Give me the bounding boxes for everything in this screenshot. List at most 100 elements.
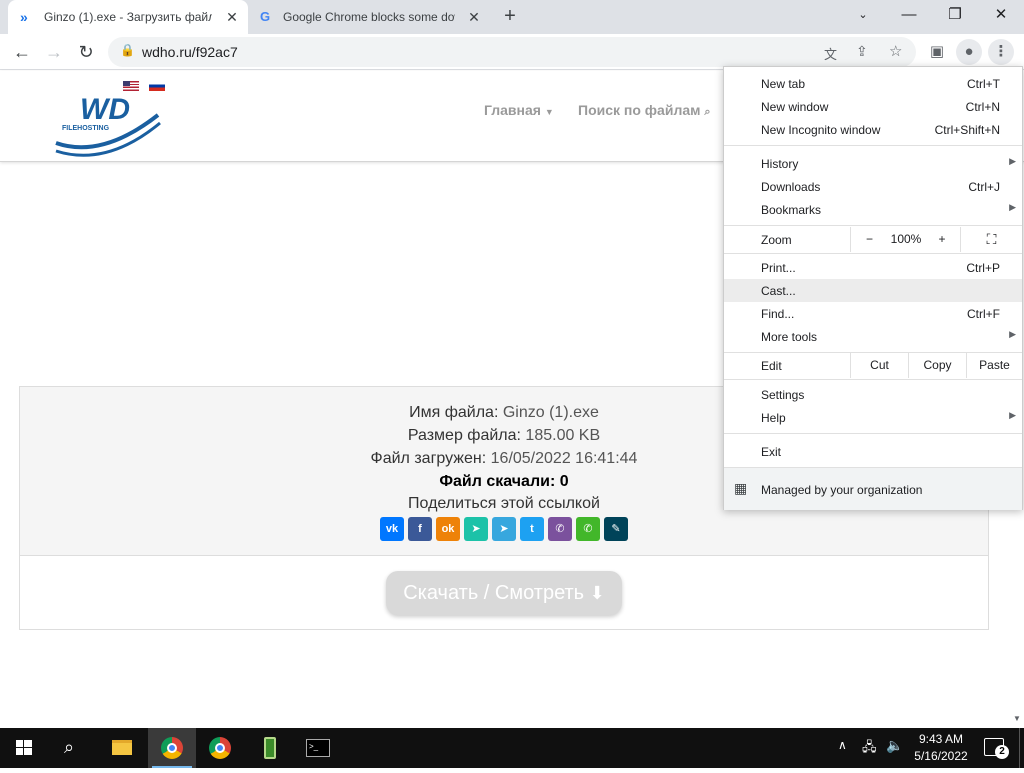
building-icon: ▦ xyxy=(734,480,748,496)
address-bar[interactable]: 🔒 wdho.ru/f92ac7 文 ⇪ ☆ xyxy=(108,37,916,67)
russian-flag-icon[interactable] xyxy=(149,81,165,91)
telegram-icon[interactable]: ➤ xyxy=(492,517,516,541)
share-icon[interactable]: ⇪ xyxy=(856,43,868,60)
reload-icon[interactable]: ↻ xyxy=(72,38,100,66)
menu-history[interactable]: History ▶ xyxy=(724,152,1022,175)
lock-icon[interactable]: 🔒 xyxy=(120,43,135,57)
menu-managed-by-org[interactable]: ▦ Managed by your organization xyxy=(724,468,1022,510)
edit-label: Edit xyxy=(761,359,782,373)
side-panel-icon[interactable]: ▣ xyxy=(924,39,950,65)
clock-time: 9:43 AM xyxy=(918,732,964,746)
phone-app-icon[interactable] xyxy=(246,728,294,768)
notifications-icon[interactable]: 2 xyxy=(984,738,1009,759)
menu-help[interactable]: Help ▶ xyxy=(724,406,1022,429)
odnoklassniki-icon[interactable]: ok xyxy=(436,517,460,541)
whatsapp-icon[interactable]: ✆ xyxy=(576,517,600,541)
tab-close-icon[interactable]: ✕ xyxy=(466,9,482,25)
file-size-value: 185.00 KB xyxy=(525,427,601,444)
back-icon[interactable]: ← xyxy=(8,38,36,66)
forward-icon[interactable]: → xyxy=(40,38,68,66)
menu-label: Find... xyxy=(761,307,795,321)
url-text[interactable]: wdho.ru/f92ac7 xyxy=(142,44,238,60)
copy-button[interactable]: Copy xyxy=(908,353,966,378)
file-explorer-icon[interactable] xyxy=(98,728,146,768)
chrome-menu-icon[interactable]: ⋮ xyxy=(988,39,1014,65)
zoom-in-button[interactable]: + xyxy=(924,227,960,252)
menu-label: New tab xyxy=(761,77,806,91)
menu-label: Bookmarks xyxy=(761,203,822,217)
logo-subtext: FILEHOSTING xyxy=(62,125,110,132)
menu-print[interactable]: Print... Ctrl+P xyxy=(724,256,1022,279)
nav-home[interactable]: Главная ▼ xyxy=(484,102,554,118)
vk-icon[interactable]: vk xyxy=(380,517,404,541)
network-icon[interactable]: 🖧 xyxy=(862,738,877,760)
menu-label: New Incognito window xyxy=(761,123,881,137)
menu-shortcut: Ctrl+J xyxy=(968,180,1000,194)
fullscreen-icon[interactable]: ⛶ xyxy=(960,227,1022,252)
menu-new-incognito[interactable]: New Incognito window Ctrl+Shift+N xyxy=(724,118,1022,141)
menu-shortcut: Ctrl+T xyxy=(967,77,1000,91)
viber-icon[interactable]: ✆ xyxy=(548,517,572,541)
zoom-label: Zoom xyxy=(761,233,792,247)
new-tab-icon[interactable]: + xyxy=(498,4,522,28)
tab-title: Google Chrome blocks some dow xyxy=(283,10,455,24)
paste-button[interactable]: Paste xyxy=(966,353,1022,378)
bookmark-star-icon[interactable]: ☆ xyxy=(889,42,902,60)
menu-label: Downloads xyxy=(761,180,821,194)
volume-icon[interactable]: 🔈 xyxy=(886,737,903,754)
menu-bookmarks[interactable]: Bookmarks ▶ xyxy=(724,198,1022,221)
menu-shortcut: Ctrl+P xyxy=(966,261,1000,275)
menu-label: Exit xyxy=(761,445,782,459)
tab-close-icon[interactable]: ✕ xyxy=(224,9,240,25)
nav-home-label: Главная xyxy=(484,102,541,118)
zoom-level: 100% xyxy=(890,232,922,246)
tab-search-chevron-icon[interactable]: ⌄ xyxy=(840,0,886,30)
menu-edit-row: Edit Cut Copy Paste xyxy=(724,353,1022,378)
chrome-taskbar-icon[interactable] xyxy=(148,728,196,768)
facebook-icon[interactable]: f xyxy=(408,517,432,541)
menu-label: History xyxy=(761,157,799,171)
cut-button[interactable]: Cut xyxy=(850,353,908,378)
close-window-icon[interactable]: ✕ xyxy=(978,0,1024,30)
menu-downloads[interactable]: Downloads Ctrl+J xyxy=(724,175,1022,198)
profile-icon[interactable]: ● xyxy=(956,39,982,65)
english-flag-icon[interactable] xyxy=(123,81,139,91)
file-size-label: Размер файла: xyxy=(407,427,521,444)
menu-cast[interactable]: Cast... xyxy=(724,279,1022,302)
notification-count: 2 xyxy=(995,745,1009,759)
download-icon: ⬇ xyxy=(589,583,605,603)
clock-date: 5/16/2022 xyxy=(914,749,968,763)
menu-find[interactable]: Find... Ctrl+F xyxy=(724,302,1022,325)
translate-icon[interactable]: 文 xyxy=(824,44,837,63)
search-icon: ⌕ xyxy=(704,106,711,118)
site-logo[interactable]: WD FILEHOSTING xyxy=(52,93,162,159)
tab-active[interactable]: » Ginzo (1).exe - Загрузить файл и ✕ xyxy=(8,0,248,34)
menu-shortcut: Ctrl+N xyxy=(965,100,1000,114)
tab-google-chrome-blocks[interactable]: G Google Chrome blocks some dow ✕ xyxy=(250,0,490,34)
windows-start-icon[interactable] xyxy=(0,728,48,768)
file-uploaded-value: 16/05/2022 16:41:44 xyxy=(490,450,638,467)
menu-more-tools[interactable]: More tools ▶ xyxy=(724,325,1022,348)
zoom-out-button[interactable]: − xyxy=(850,227,888,252)
menu-settings[interactable]: Settings xyxy=(724,383,1022,406)
livejournal-icon[interactable]: ✎ xyxy=(604,517,628,541)
show-desktop-button[interactable] xyxy=(1019,728,1024,768)
twitter-icon[interactable]: t xyxy=(520,517,544,541)
chrome-alt-taskbar-icon[interactable] xyxy=(196,728,244,768)
nav-file-search[interactable]: Поиск по файлам ⌕ xyxy=(578,102,711,119)
download-button[interactable]: Скачать / Смотреть ⬇ xyxy=(386,571,622,615)
minimize-icon[interactable]: — xyxy=(886,0,932,30)
clock[interactable]: 9:43 AM 5/16/2022 xyxy=(906,731,976,765)
terminal-icon[interactable]: >_ xyxy=(294,728,342,768)
show-hidden-icons-icon[interactable]: ∧ xyxy=(838,738,847,752)
menu-new-window[interactable]: New window Ctrl+N xyxy=(724,95,1022,118)
moimir-icon[interactable]: ➤ xyxy=(464,517,488,541)
file-name-label: Имя файла: xyxy=(409,404,499,421)
search-icon[interactable]: ⌕ xyxy=(48,728,96,768)
menu-label: Help xyxy=(761,411,786,425)
tab-favicon-icon: » xyxy=(20,9,28,25)
menu-new-tab[interactable]: New tab Ctrl+T xyxy=(724,72,1022,95)
restore-icon[interactable]: ❐ xyxy=(932,0,978,30)
scroll-down-arrow-icon[interactable]: ▼ xyxy=(1010,712,1024,726)
menu-exit[interactable]: Exit xyxy=(724,440,1022,463)
